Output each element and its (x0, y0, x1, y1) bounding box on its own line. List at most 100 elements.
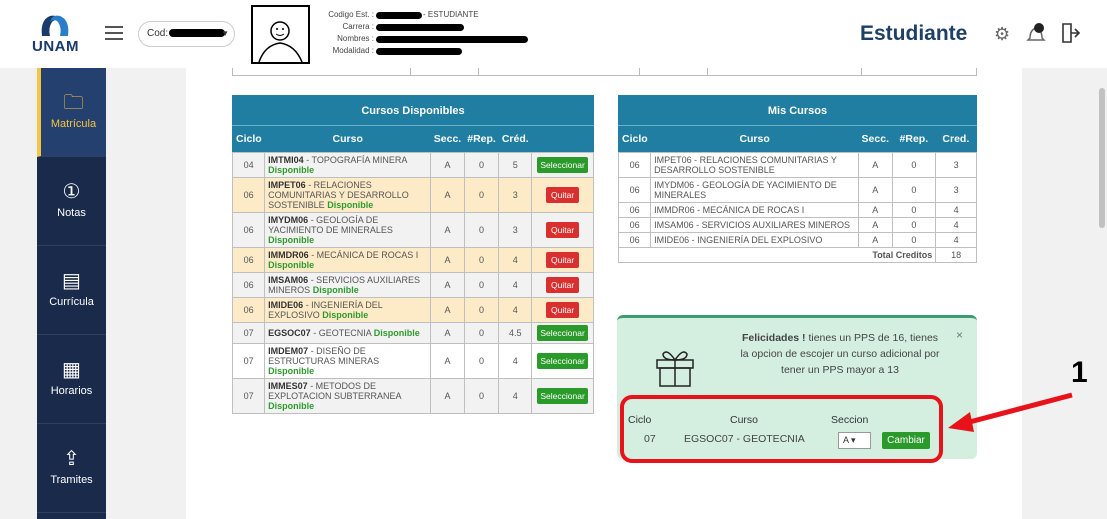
sidebar-item-horarios[interactable]: ▦ Horarios (37, 335, 106, 424)
quitar-button[interactable]: Quitar (546, 252, 580, 268)
cred-cell: 4 (498, 272, 533, 298)
course-code: IMIDE06 (268, 300, 304, 310)
sidebar-item-matricula[interactable]: 🗀 Matrícula (37, 68, 106, 157)
curso-cell: IMYDM06 - GEOLOGÍA DE YACIMIENTO DE MINE… (650, 177, 860, 203)
cred-cell: 3 (935, 177, 977, 203)
cod-label: Cod: (147, 28, 169, 39)
ciclo-cell: 06 (231, 297, 266, 323)
quitar-button[interactable]: Quitar (546, 302, 580, 318)
seccion-select[interactable]: A ▾ (838, 432, 871, 449)
seccion-value: A (843, 435, 849, 445)
avatar (251, 5, 310, 64)
cred-cell: 4.5 (498, 322, 533, 344)
course-code: IMPET06 (268, 180, 306, 190)
status-badge: Disponible (268, 165, 315, 175)
curso-cell: IMYDM06 - GEOLOGÍA DE YACIMIENTO DE MINE… (264, 212, 432, 248)
action-cell: Quitar (531, 297, 594, 323)
previous-table-edge (232, 68, 977, 76)
table-row: 06 IMIDE06 - INGENIERÍA DEL EXPLOSIVO A 0 4 (617, 232, 977, 248)
unam-logo-mark (41, 15, 69, 36)
action-cell: Quitar (531, 212, 594, 248)
sidebar-item-notas[interactable]: ① Notas (37, 157, 106, 246)
logout-icon[interactable] (1061, 22, 1081, 44)
course-code: IMMDR06 (268, 250, 309, 260)
cambiar-button[interactable]: Cambiar (882, 432, 930, 449)
table-row: 07 EGSOC07 - GEOTECNIA Disponible A 0 4.5 Sel… (231, 322, 594, 344)
seccion-label: Seccion (831, 414, 869, 426)
nombres-label: Nombres : (337, 34, 374, 43)
table-row: 06 IMPET06 - RELACIONES COMUNITARIAS Y DE… (231, 177, 594, 213)
col-header: #Rep. (464, 125, 499, 153)
secc-cell: A (430, 212, 465, 248)
table-row: 06 IMYDM06 - GEOLOGÍA DE YACIMIENTO DE MI… (617, 177, 977, 203)
curso-cell: IMMES07 - METODOS DE EXPLOTACION SUBTERR… (264, 378, 432, 414)
total-creditos-value: 18 (935, 247, 977, 263)
secc-cell: A (430, 322, 465, 344)
curso-cell: IMIDE06 - INGENIERÍA DEL EXPLOSIVO Dispo… (264, 297, 432, 323)
close-icon[interactable]: × (956, 328, 963, 342)
cod-select[interactable]: Cod: ▼ (138, 21, 235, 47)
bell-icon[interactable] (1026, 22, 1046, 44)
seleccionar-button[interactable]: Seleccionar (537, 157, 588, 173)
curso-value: EGSOC07 - GEOTECNIA (684, 433, 805, 445)
seleccionar-button[interactable]: Seleccionar (537, 325, 588, 341)
alert-message: Felicidades ! tienes un PPS de 16, tiene… (740, 330, 940, 378)
secc-cell: A (858, 217, 893, 233)
curso-cell: IMSAM06 - SERVICIOS AUXILIARES MINEROS (650, 217, 860, 233)
quitar-button[interactable]: Quitar (546, 222, 580, 238)
secc-cell: A (430, 177, 465, 213)
table-title: Mis Cursos (618, 95, 977, 126)
table-row: 07 IMMES07 - METODOS DE EXPLOTACION SUBTE… (231, 378, 594, 414)
total-creditos-label: Total Creditos (617, 247, 937, 263)
col-header: Secc. (430, 125, 465, 153)
quitar-button[interactable]: Quitar (546, 187, 580, 203)
seleccionar-button[interactable]: Seleccionar (537, 388, 588, 404)
cred-cell: 4 (498, 378, 533, 414)
ciclo-cell: 06 (617, 217, 652, 233)
sidebar-item-curricula[interactable]: ▤ Currícula (37, 246, 106, 335)
cred-cell: 3 (935, 152, 977, 178)
gift-icon (656, 351, 694, 387)
role-title: Estudiante (860, 22, 968, 45)
cred-cell: 4 (935, 217, 977, 233)
rep-cell: 0 (891, 232, 937, 248)
cursos-disponibles-table: Cursos Disponibles Ciclo Curso Secc. #Re… (231, 95, 594, 414)
table-body: 04 IMTMI04 - TOPOGRAFÍA MINERA Disponible… (231, 152, 594, 414)
menu-icon[interactable] (105, 26, 123, 40)
smiley-icon (258, 21, 303, 63)
rep-cell: 0 (463, 322, 500, 344)
folder-icon: 🗀 (63, 92, 84, 114)
redacted-bar (376, 36, 528, 43)
col-header (531, 125, 594, 153)
rep-cell: 0 (891, 217, 937, 233)
scroll-thumb[interactable] (1099, 88, 1105, 228)
rep-cell: 0 (463, 343, 500, 379)
curso-cell: IMIDE06 - INGENIERÍA DEL EXPLOSIVO (650, 232, 860, 248)
table-row: 06 IMMDR06 - MECÁNICA DE ROCAS I Disponib… (231, 247, 594, 273)
table-row: 06 IMIDE06 - INGENIERÍA DEL EXPLOSIVO Dis… (231, 297, 594, 323)
status-badge: Disponible (312, 285, 359, 295)
quitar-button[interactable]: Quitar (546, 277, 580, 293)
sidebar-item-label: Currícula (49, 296, 94, 308)
cred-cell: 3 (498, 177, 533, 213)
scrollbar[interactable] (1097, 68, 1107, 519)
redacted-bar (376, 24, 464, 31)
sidebar-item-tramites[interactable]: ⇪ Tramites (37, 424, 106, 513)
unam-logo[interactable]: UNAM (30, 12, 80, 60)
cred-cell: 3 (498, 212, 533, 248)
ciclo-cell: 06 (231, 272, 266, 298)
gear-icon[interactable]: ⚙ (994, 24, 1010, 45)
seleccionar-button[interactable]: Seleccionar (537, 353, 588, 369)
secc-cell: A (430, 297, 465, 323)
rep-cell: 0 (463, 212, 500, 248)
top-header: UNAM Cod: ▼ Codigo Est. : - ESTUDIANTE C… (0, 0, 1107, 68)
rep-cell: 0 (463, 272, 500, 298)
ciclo-cell: 06 (617, 202, 652, 218)
curso-cell: IMMDR06 - MECÁNICA DE ROCAS I Disponible (264, 247, 432, 273)
chevron-down-icon: ▾ (851, 435, 856, 445)
sidebar-item-label: Horarios (50, 385, 93, 397)
carrera-label: Carrera : (342, 22, 374, 31)
table-row: 06 IMYDM06 - GEOLOGÍA DE YACIMIENTO DE MI… (231, 212, 594, 248)
table-row: 06 IMSAM06 - SERVICIOS AUXILIARES MINEROS… (617, 217, 977, 233)
status-badge: Disponible (268, 235, 315, 245)
